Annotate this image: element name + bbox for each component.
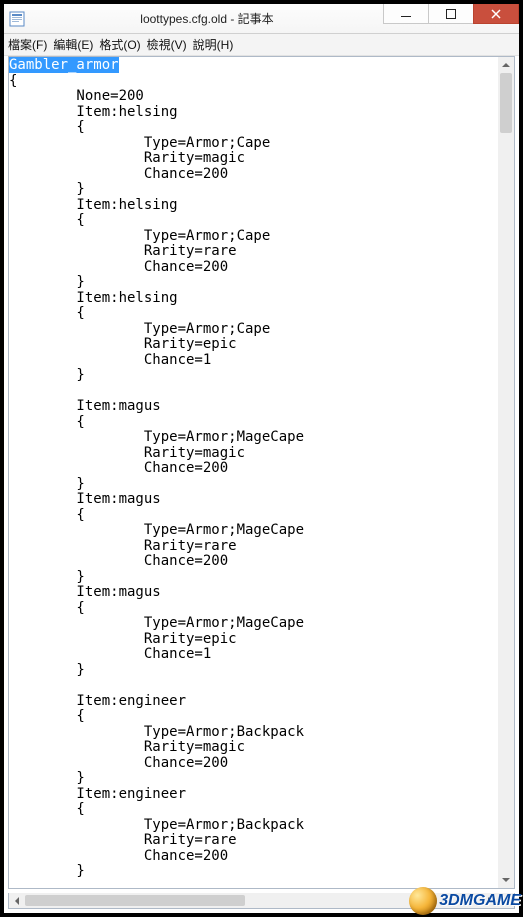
vertical-scroll-track[interactable] [498, 73, 514, 872]
scroll-up-arrow-icon[interactable] [498, 57, 514, 73]
text-editor[interactable]: Gambler_armor { None=200 Item:helsing { … [9, 57, 498, 888]
vertical-scroll-thumb[interactable] [500, 73, 512, 133]
horizontal-scroll-thumb[interactable] [25, 895, 245, 906]
menubar: 檔案(F) 編輯(E) 格式(O) 檢視(V) 說明(H) [4, 34, 519, 56]
window-title: loottypes.cfg.old - 記事本 [30, 4, 384, 33]
menu-file[interactable]: 檔案(F) [8, 36, 47, 53]
app-icon [4, 4, 30, 34]
scroll-left-arrow-icon[interactable] [9, 893, 25, 908]
vertical-scrollbar[interactable] [498, 57, 514, 888]
minimize-button[interactable] [383, 4, 429, 24]
selected-text: Gambler_armor [9, 57, 119, 73]
editor-client-area: Gambler_armor { None=200 Item:helsing { … [8, 56, 515, 889]
scroll-down-arrow-icon[interactable] [498, 872, 514, 888]
window-controls [384, 4, 519, 33]
watermark: 3DMGAME [409, 887, 521, 915]
watermark-ball-icon [409, 887, 437, 915]
watermark-text: 3DMGAME [439, 892, 521, 910]
menu-view[interactable]: 檢視(V) [147, 36, 187, 53]
maximize-button[interactable] [428, 4, 474, 24]
close-button[interactable] [473, 4, 519, 24]
menu-format[interactable]: 格式(O) [99, 36, 140, 53]
titlebar[interactable]: loottypes.cfg.old - 記事本 [4, 4, 519, 34]
menu-help[interactable]: 說明(H) [193, 36, 234, 53]
menu-edit[interactable]: 編輯(E) [53, 36, 93, 53]
